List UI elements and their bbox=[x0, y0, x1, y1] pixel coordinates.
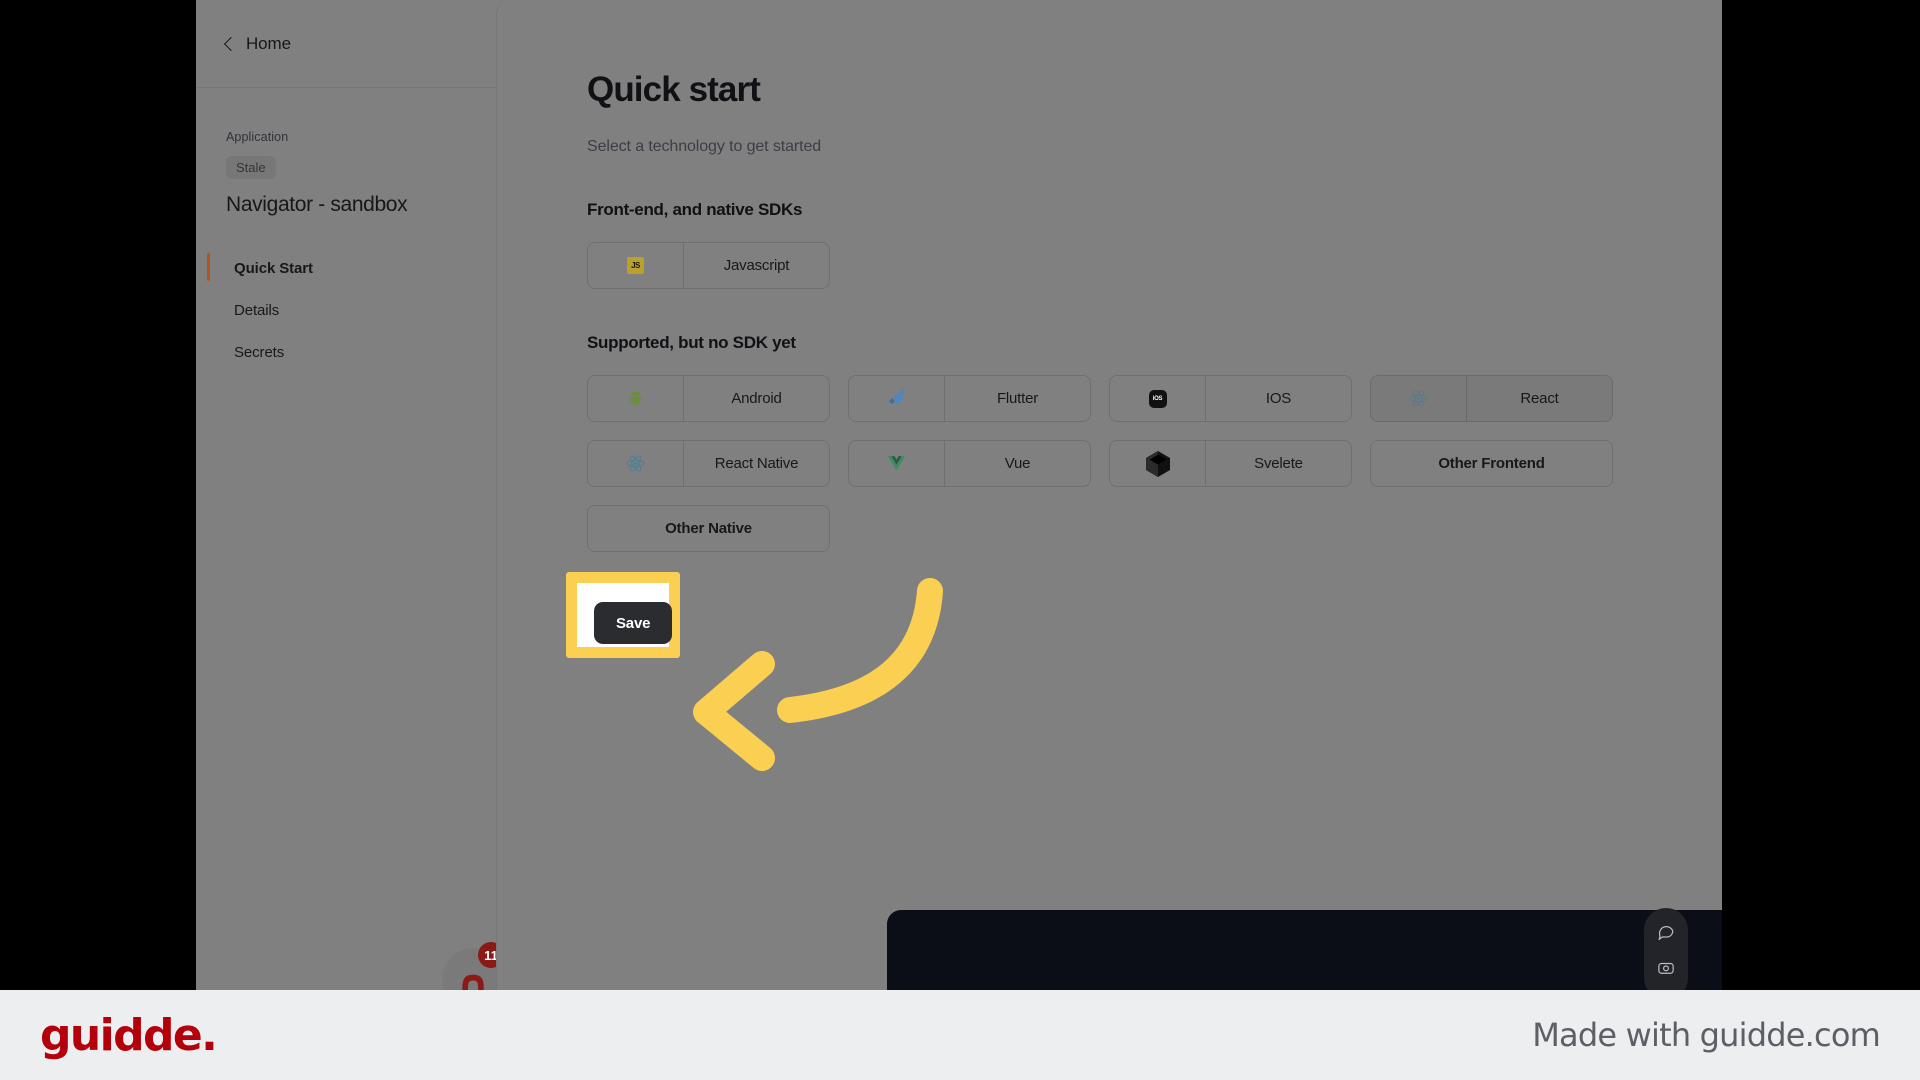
tech-button-label: Other Native bbox=[665, 519, 752, 537]
sidebar-item-label: Secrets bbox=[234, 343, 285, 361]
save-button[interactable]: Save bbox=[594, 602, 673, 644]
sidebar-nav: Quick Start Details Secrets bbox=[207, 247, 496, 373]
application-kicker: Application bbox=[226, 130, 289, 144]
application-title: Navigator - sandbox bbox=[226, 193, 408, 216]
tech-grid-no-sdk: Android Flutter iOS IOS React React Nati… bbox=[587, 375, 1622, 552]
main-content: Quick start Select a technology to get s… bbox=[496, 0, 1722, 990]
tech-button-label: Other Frontend bbox=[1438, 454, 1545, 472]
section-heading-no-sdk: Supported, but no SDK yet bbox=[587, 333, 796, 352]
back-to-home-link[interactable]: Home bbox=[223, 33, 291, 54]
tech-button-other-native[interactable]: Other Native bbox=[587, 505, 830, 552]
tech-button-label: IOS bbox=[1265, 389, 1292, 407]
section-heading-frontend-sdks: Front-end, and native SDKs bbox=[587, 200, 803, 219]
tech-button-label: Android bbox=[731, 389, 782, 407]
tech-button-react-native[interactable]: React Native bbox=[587, 440, 830, 487]
guidde-footer: guidde. Made with guidde.com bbox=[0, 990, 1920, 1080]
javascript-icon: JS bbox=[588, 243, 684, 288]
guidde-logo: guidde. bbox=[40, 1009, 218, 1061]
react-icon bbox=[1371, 376, 1467, 421]
made-with-label: Made with guidde.com bbox=[1532, 1016, 1881, 1054]
sidebar-item-label: Quick Start bbox=[234, 259, 313, 277]
chevron-left-icon bbox=[223, 36, 239, 52]
tech-button-label: Svelete bbox=[1254, 454, 1303, 472]
chat-bubble-icon[interactable] bbox=[1657, 922, 1675, 945]
sidebar-item-details[interactable]: Details bbox=[226, 289, 496, 331]
tech-button-ios[interactable]: iOS IOS bbox=[1109, 375, 1352, 422]
tech-button-label: React Native bbox=[714, 454, 799, 472]
tech-button-label: Javascript bbox=[723, 256, 790, 274]
sidebar-item-secrets[interactable]: Secrets bbox=[226, 331, 496, 373]
camera-icon[interactable] bbox=[1657, 959, 1675, 982]
sidebar-header: Home bbox=[196, 0, 496, 88]
help-widget[interactable] bbox=[1644, 908, 1688, 990]
save-row: Save bbox=[566, 572, 1722, 670]
tech-button-label: Flutter bbox=[996, 389, 1039, 407]
tech-button-flutter[interactable]: Flutter bbox=[848, 375, 1091, 422]
ios-icon: iOS bbox=[1110, 376, 1206, 421]
tech-button-android[interactable]: Android bbox=[587, 375, 830, 422]
tech-button-vue[interactable]: Vue bbox=[848, 440, 1091, 487]
svelte-icon bbox=[1110, 441, 1206, 486]
console-panel bbox=[887, 910, 1722, 990]
vue-icon bbox=[849, 441, 945, 486]
tech-button-react[interactable]: React bbox=[1370, 375, 1613, 422]
status-badge: Stale bbox=[226, 156, 276, 179]
screen: Home Application Stale Navigator - sandb… bbox=[0, 0, 1920, 1080]
sidebar-item-label: Details bbox=[234, 301, 280, 319]
page-title: Quick start bbox=[587, 70, 761, 109]
tech-button-svelte[interactable]: Svelete bbox=[1109, 440, 1352, 487]
sidebar: Home Application Stale Navigator - sandb… bbox=[196, 0, 504, 991]
sidebar-item-quick-start[interactable]: Quick Start bbox=[207, 247, 496, 289]
android-icon bbox=[588, 376, 684, 421]
tech-button-other-frontend[interactable]: Other Frontend bbox=[1370, 440, 1613, 487]
tech-button-javascript[interactable]: JS Javascript bbox=[587, 242, 830, 289]
tech-button-label: Vue bbox=[1004, 454, 1031, 472]
sidebar-body: Application Stale Navigator - sandbox Qu… bbox=[196, 88, 496, 373]
org-logo-mark: ∩ bbox=[455, 960, 491, 991]
tech-grid-frontend-sdks: JS Javascript bbox=[587, 242, 1622, 289]
flutter-icon bbox=[849, 376, 945, 421]
back-to-home-label: Home bbox=[246, 33, 291, 53]
tech-button-label: React bbox=[1520, 389, 1559, 407]
page-subtitle: Select a technology to get started bbox=[587, 138, 822, 155]
react-icon bbox=[588, 441, 684, 486]
application-window: Home Application Stale Navigator - sandb… bbox=[196, 0, 1722, 990]
